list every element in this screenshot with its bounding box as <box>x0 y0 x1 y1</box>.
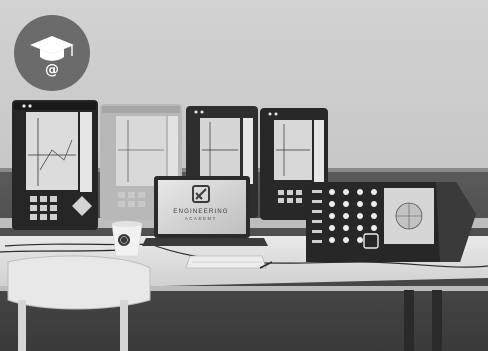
at-sign-icon: @ <box>45 62 59 78</box>
relay-device-1 <box>12 100 98 230</box>
notebook <box>185 255 267 269</box>
graduation-badge: @ <box>14 15 90 91</box>
test-set-device <box>306 182 476 262</box>
cup-logo-icon <box>118 234 130 246</box>
laptop-brand-line1: ENGINEERING <box>173 208 228 215</box>
laptop-brand-line2: ACADEMY <box>185 216 217 221</box>
photo-scene: ENGINEERING ACADEMY @ <box>0 0 488 351</box>
laptop: ENGINEERING ACADEMY <box>142 176 268 246</box>
coffee-cup <box>111 221 143 257</box>
